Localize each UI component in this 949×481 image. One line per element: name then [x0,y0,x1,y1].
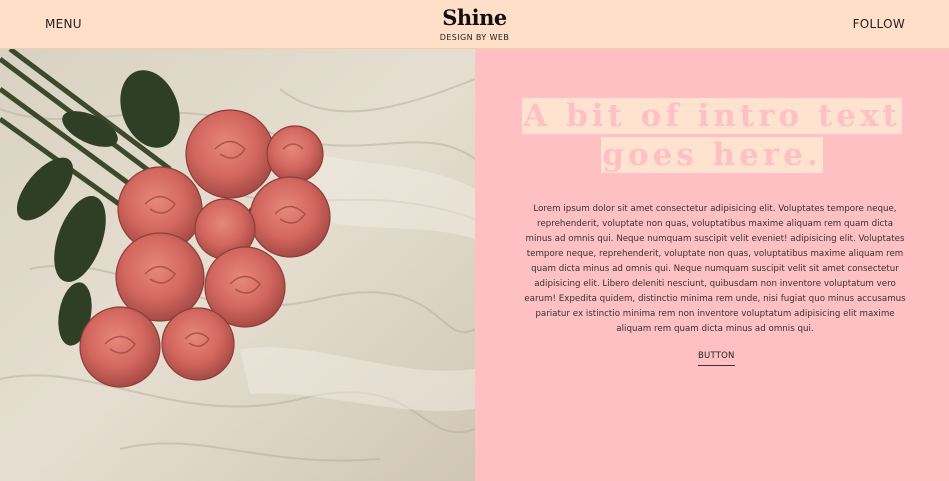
intro-button[interactable]: BUTTON [698,351,735,366]
intro-body: Lorem ipsum dolor sit amet consectetur a… [524,204,906,334]
intro-section: A bit of intro text goes here. Lorem ips… [475,49,949,481]
brand: Shine DESIGN BY WEB [0,6,949,43]
intro-title-text: A bit of intro text goes here. [522,98,902,173]
roses-photo-icon [0,49,475,481]
tagline: DESIGN BY WEB [439,33,510,42]
hero-image [0,49,475,481]
intro-title: A bit of intro text goes here. [475,97,949,175]
logo[interactable]: Shine [0,6,949,30]
follow-link[interactable]: FOLLOW [853,17,905,31]
site-header: MENU Shine DESIGN BY WEB FOLLOW [0,0,949,49]
